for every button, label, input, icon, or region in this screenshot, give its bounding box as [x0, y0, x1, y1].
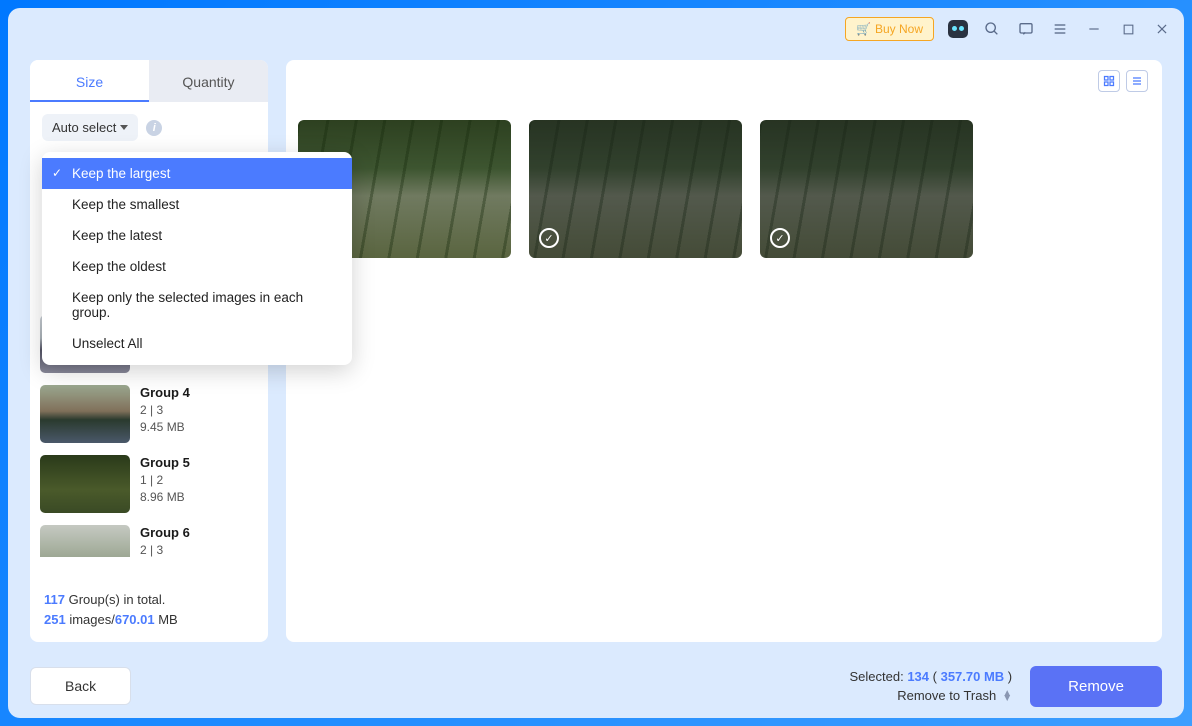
total-images-size: 670.01 [115, 612, 155, 627]
group-title: Group 6 [140, 525, 190, 540]
paren-close: ) [1004, 669, 1012, 684]
group-info: Group 6 2 | 3 [140, 525, 190, 551]
images-unit: MB [155, 612, 178, 627]
total-groups-count: 117 [44, 592, 65, 607]
group-ratio: 1 | 2 [140, 473, 190, 487]
group-info: Group 5 1 | 2 8.96 MB [140, 455, 190, 513]
body-area: Size Quantity Auto select i Keep the lar… [8, 50, 1184, 660]
image-thumbnail[interactable]: ✓ [760, 120, 973, 258]
auto-select-label: Auto select [52, 120, 116, 135]
total-groups-label: Group(s) in total. [65, 592, 165, 607]
list-item[interactable]: Group 6 2 | 3 [40, 519, 262, 557]
list-item[interactable]: Group 5 1 | 2 8.96 MB [40, 449, 262, 519]
menu-item-keep-smallest[interactable]: Keep the smallest [42, 189, 352, 220]
selected-count: 134 [907, 669, 929, 684]
autoselect-row: Auto select i [30, 102, 268, 145]
sidebar: Size Quantity Auto select i Keep the lar… [30, 60, 268, 642]
group-size: 9.45 MB [140, 420, 190, 434]
group-thumbnail [40, 455, 130, 513]
auto-select-menu: Keep the largest Keep the smallest Keep … [42, 152, 352, 365]
total-images-count: 251 [44, 612, 66, 627]
robot-icon[interactable] [948, 19, 968, 39]
bottom-right-cluster: Selected: 134 ( 357.70 MB ) Remove to Tr… [850, 666, 1163, 707]
list-view-button[interactable] [1126, 70, 1148, 92]
buy-now-label: Buy Now [875, 22, 923, 36]
cart-icon: 🛒 [856, 22, 871, 36]
sidebar-footer: 117 Group(s) in total. 251 images/670.01… [30, 580, 268, 642]
menu-item-keep-oldest[interactable]: Keep the oldest [42, 251, 352, 282]
remove-button[interactable]: Remove [1030, 666, 1162, 707]
group-size: 8.96 MB [140, 490, 190, 504]
buy-now-button[interactable]: 🛒 Buy Now [845, 17, 934, 41]
selection-summary: Selected: 134 ( 357.70 MB ) Remove to Tr… [850, 667, 1013, 706]
group-info: Group 4 2 | 3 9.45 MB [140, 385, 190, 443]
tab-size[interactable]: Size [30, 60, 149, 102]
group-thumbnail [40, 525, 130, 557]
images-mid: images/ [66, 612, 115, 627]
menu-icon[interactable] [1050, 19, 1070, 39]
feedback-icon[interactable] [1016, 19, 1036, 39]
thumbnails: ✓ ✓ [298, 120, 1150, 258]
menu-item-unselect-all[interactable]: Unselect All [42, 328, 352, 359]
remove-to-trash-selector[interactable]: Remove to Trash ▲▼ [897, 686, 1012, 706]
close-icon[interactable] [1152, 19, 1172, 39]
auto-select-dropdown[interactable]: Auto select [42, 114, 138, 141]
info-icon[interactable]: i [146, 120, 162, 136]
group-ratio: 2 | 3 [140, 543, 190, 557]
selected-label: Selected: [850, 669, 908, 684]
back-button[interactable]: Back [30, 667, 131, 705]
menu-item-keep-latest[interactable]: Keep the latest [42, 220, 352, 251]
group-ratio: 2 | 3 [140, 403, 190, 417]
bottom-bar: Back Selected: 134 ( 357.70 MB ) Remove … [8, 660, 1184, 718]
main-panel: ✓ ✓ [286, 60, 1162, 642]
app-window: 🛒 Buy Now Size Quantity [8, 8, 1184, 718]
search-icon[interactable] [982, 19, 1002, 39]
minimize-icon[interactable] [1084, 19, 1104, 39]
image-thumbnail[interactable]: ✓ [529, 120, 742, 258]
menu-item-keep-selected[interactable]: Keep only the selected images in each gr… [42, 282, 352, 328]
view-toggle [1098, 70, 1148, 92]
selected-size: 357.70 MB [941, 669, 1005, 684]
group-thumbnail [40, 385, 130, 443]
check-icon[interactable]: ✓ [539, 228, 559, 248]
tabs: Size Quantity [30, 60, 268, 102]
paren-open: ( [929, 669, 941, 684]
list-item[interactable]: Group 4 2 | 3 9.45 MB [40, 379, 262, 449]
maximize-icon[interactable] [1118, 19, 1138, 39]
menu-item-keep-largest[interactable]: Keep the largest [42, 158, 352, 189]
chevron-down-icon [120, 125, 128, 130]
group-title: Group 4 [140, 385, 190, 400]
updown-icon: ▲▼ [1002, 691, 1012, 701]
trash-label: Remove to Trash [897, 686, 996, 706]
grid-view-button[interactable] [1098, 70, 1120, 92]
tab-quantity[interactable]: Quantity [149, 60, 268, 102]
group-title: Group 5 [140, 455, 190, 470]
check-icon[interactable]: ✓ [770, 228, 790, 248]
titlebar: 🛒 Buy Now [8, 8, 1184, 50]
